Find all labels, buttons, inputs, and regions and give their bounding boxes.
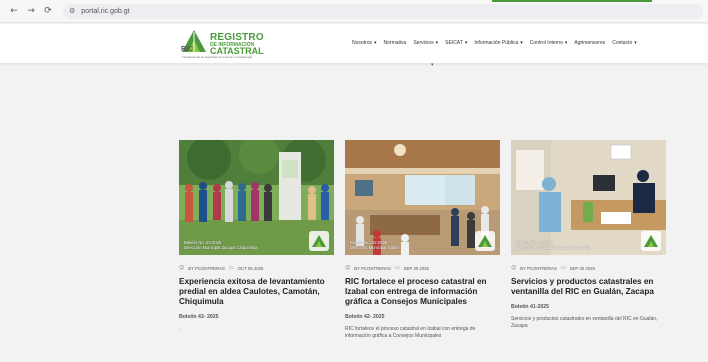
post-subtitle: Boletín 42- 2025 [345, 314, 385, 320]
calendar-icon: ▭ [560, 265, 566, 271]
menu-item-nosotros[interactable]: Nosotros ▾ [352, 40, 377, 46]
chevron-down-icon: ▾ [374, 40, 377, 46]
news-card-image[interactable]: Boletín No. 42-2025 Dirección Municipal … [345, 140, 500, 255]
news-card[interactable]: Boletín No. 43-2025 Dirección Municipal … [179, 140, 334, 333]
news-card-image[interactable]: Boletín No. 43-2025 Dirección Municipal … [179, 140, 334, 255]
post-title[interactable]: Experiencia exitosa de levantamiento pre… [179, 277, 334, 307]
menu-item-información-pública[interactable]: Información Pública ▾ [474, 40, 522, 46]
image-caption: Boletín No. 42-2025 Dirección Municipal … [350, 240, 399, 250]
menu-item-label: Contacto [612, 40, 633, 46]
author-icon: ☺ [179, 265, 185, 271]
author-icon: ☺ [511, 265, 517, 271]
caption-office: Dirección Municipal Zacapa Chiquimula [184, 245, 258, 250]
menu-item-contacto[interactable]: Contacto ▾ [612, 40, 637, 46]
post-date: SEP 30 2025 [403, 265, 429, 271]
news-card[interactable]: Boletín No. 42-2025 Dirección Municipal … [345, 140, 500, 340]
post-excerpt: RIC fortalece el proceso catastral en Iz… [345, 326, 476, 339]
menu-item-label: Control Interno [529, 40, 563, 46]
ric-badge-icon [641, 231, 661, 251]
author-icon: ☺ [345, 265, 351, 271]
post-meta: ☺ BY PCONTRERAS ▭ SEP 30 2025 [511, 265, 666, 271]
post-date: OCT 06 2025 [237, 265, 264, 271]
post-excerpt: Servicios y productos catastrales en ven… [511, 316, 658, 329]
image-caption: Boletín No. 41-2025 Dirección Municipal … [516, 240, 590, 250]
news-card[interactable]: Boletín No. 41-2025 Dirección Municipal … [511, 140, 666, 330]
scroll-marker-icon: ▾ [431, 62, 434, 68]
post-author[interactable]: BY PCONTRERAS [354, 266, 391, 271]
chevron-down-icon: ▾ [464, 40, 468, 46]
chevron-down-icon: ▾ [634, 40, 637, 46]
caption-office: Dirección Municipal Izabal [350, 245, 399, 250]
post-title[interactable]: RIC fortalece el proceso catastral en Iz… [345, 277, 500, 307]
post-excerpt: . [179, 326, 181, 332]
chevron-down-icon: ▾ [435, 40, 439, 46]
back-arrow-icon[interactable]: ← [7, 4, 21, 18]
menu-item-label: Agrimensores [574, 40, 606, 46]
menu-item-label: Información Pública [474, 40, 519, 46]
calendar-icon: ▭ [394, 265, 400, 271]
post-author[interactable]: BY PCONTRERAS [188, 266, 225, 271]
post-subtitle: Boletín 41-2025 [511, 304, 550, 310]
logo-ric-text: RIC [181, 46, 194, 53]
address-bar[interactable]: ⚙ portal.ric.gob.gt [63, 3, 703, 19]
post-title[interactable]: Servicios y productos catastrales en ven… [511, 277, 666, 297]
caption-office: Dirección Municipal Zacapa Chiquimula [516, 245, 590, 250]
menu-item-label: Normativa [383, 40, 407, 46]
chevron-down-icon: ▾ [564, 40, 568, 46]
menu-item-control-interno[interactable]: Control Interno ▾ [530, 40, 568, 46]
menu-item-agrimensores[interactable]: Agrimensores [574, 40, 605, 46]
url-text: portal.ric.gob.gt [81, 7, 130, 15]
logo-tagline: Fortaleciendo la seguridad de la tierra … [182, 55, 253, 59]
image-caption: Boletín No. 43-2025 Dirección Municipal … [184, 240, 258, 250]
post-meta: ☺ BY PCONTRERAS ▭ OCT 06 2025 [179, 265, 334, 271]
post-date: SEP 30 2025 [569, 265, 595, 271]
post-author[interactable]: BY PCONTRERAS [520, 266, 557, 271]
news-card-image[interactable]: Boletín No. 41-2025 Dirección Municipal … [511, 140, 666, 255]
reload-icon[interactable]: ⟳ [41, 4, 55, 18]
main-menu: Nosotros ▾ Normativa Servicios ▾ SEICAT ▾ Infor… [352, 40, 637, 46]
page-load-accent [492, 0, 652, 2]
site-header: RIC REGISTRO DE INFORMACIÓN CATASTRAL Fo… [0, 24, 708, 64]
browser-toolbar: ← → ⟳ ⚙ portal.ric.gob.gt [0, 0, 708, 23]
post-subtitle: Boletín 43- 2025 [179, 314, 219, 320]
ric-logo[interactable]: RIC REGISTRO DE INFORMACIÓN CATASTRAL Fo… [180, 28, 264, 60]
site-settings-icon[interactable]: ⚙ [69, 7, 75, 15]
menu-item-normativa[interactable]: Normativa [384, 40, 407, 46]
menu-item-label: Servicios [413, 40, 434, 46]
calendar-icon: ▭ [228, 265, 234, 271]
menu-item-label: Nosotros [352, 40, 373, 46]
menu-item-servicios[interactable]: Servicios ▾ [413, 40, 438, 46]
menu-item-seicat[interactable]: SEICAT ▾ [445, 40, 467, 46]
ric-badge-icon [475, 231, 495, 251]
menu-item-label: SEICAT [445, 40, 463, 46]
post-meta: ☺ BY PCONTRERAS ▭ SEP 30 2025 [345, 265, 500, 271]
forward-arrow-icon[interactable]: → [24, 4, 38, 18]
chevron-down-icon: ▾ [520, 40, 523, 46]
ric-badge-icon [309, 231, 329, 251]
